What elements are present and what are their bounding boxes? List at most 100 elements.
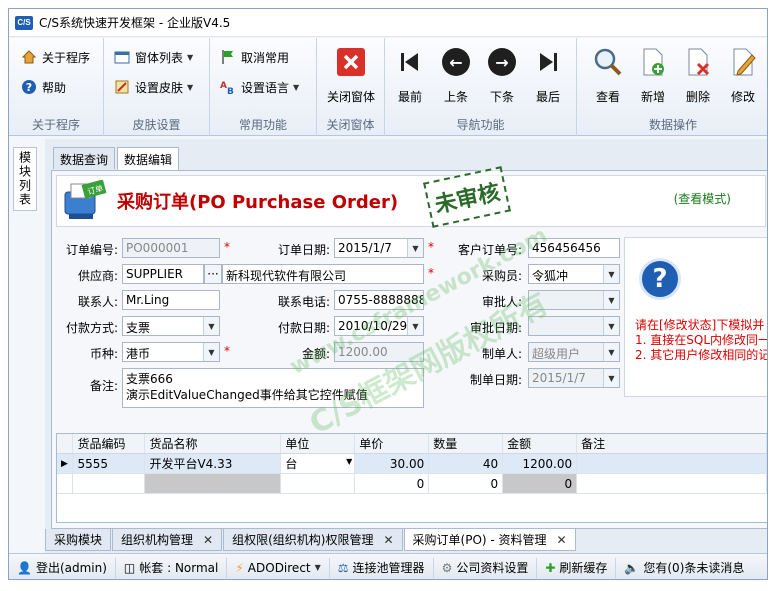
cell-amount[interactable]: 1200.00 — [502, 453, 578, 474]
column-header[interactable]: 单位 — [280, 434, 356, 454]
chevron-down-icon[interactable]: ▼ — [346, 457, 352, 466]
supplier-lookup-button[interactable]: ··· — [204, 264, 222, 284]
supplier-name-field[interactable]: 新科现代软件有限公司 — [222, 264, 424, 284]
approve-date-label: 审批日期: — [469, 321, 522, 335]
approver-field[interactable]: ▼ — [528, 290, 620, 310]
group-label-data: 数据操作 — [648, 118, 697, 132]
logout-button[interactable]: 👤 登出(admin) — [9, 557, 116, 578]
cell-unit[interactable] — [280, 473, 356, 494]
column-header[interactable]: 货品名称 — [144, 434, 282, 454]
approve-date-field[interactable]: ▼ — [528, 316, 620, 336]
supplier-code-field[interactable]: SUPPLIER — [122, 264, 204, 284]
cell-qty[interactable]: 0 — [428, 473, 504, 494]
prev-button[interactable]: ← 上条 — [433, 46, 479, 105]
chevron-down-icon[interactable]: ▼ — [407, 317, 423, 335]
chevron-down-icon[interactable]: ▼ — [603, 291, 619, 309]
question-icon: ? — [639, 258, 681, 300]
set-language-button[interactable]: AB 设置语言 ▼ — [220, 76, 299, 98]
help-button[interactable]: ? 帮助 — [21, 76, 66, 98]
amount-label: 金额: — [301, 347, 330, 361]
lightning-icon: ⚡ — [235, 560, 244, 575]
chevron-down-icon[interactable]: ▼ — [603, 343, 619, 361]
tab-data-query[interactable]: 数据查询 — [53, 147, 116, 169]
doc-tab-label: 组织机构管理 — [121, 533, 194, 547]
required-mark: * — [428, 240, 434, 254]
ribbon: 关于程序 ? 帮助 关于程序 窗体列表 ▼ 设置皮肤 ▼ 皮肤设置 取消常用 A… — [9, 38, 767, 136]
refresh-cache-button[interactable]: ✚ 刷新缓存 — [537, 557, 617, 578]
cell-code[interactable] — [72, 473, 146, 494]
order-no-field[interactable]: PO000001 — [122, 238, 220, 258]
creator-field[interactable]: 超级用户 ▼ — [528, 342, 620, 362]
table-row[interactable]: 0 0 0 — [57, 473, 767, 494]
buyer-field[interactable]: 令狐冲 ▼ — [528, 264, 620, 284]
next-button[interactable]: → 下条 — [479, 46, 525, 105]
cell-note[interactable] — [576, 473, 767, 494]
module-list-tab[interactable]: 模块列表 — [13, 147, 37, 211]
group-label-skin: 皮肤设置 — [132, 118, 181, 132]
close-window-button[interactable]: 关闭窗体 — [327, 46, 376, 105]
cell-note[interactable] — [576, 453, 767, 474]
remark-field[interactable]: 支票666 演示EditValueChanged事件给其它控件赋值 — [122, 368, 424, 408]
column-header[interactable]: 单价 — [354, 434, 430, 454]
column-header[interactable]: 货品编码 — [72, 434, 146, 454]
chevron-down-icon[interactable]: ▼ — [203, 343, 219, 361]
doc-tab-group-permission[interactable]: 组权限(组织机构)权限管理 ✕ — [223, 529, 403, 551]
cell-qty[interactable]: 40 — [428, 453, 504, 474]
cell-name[interactable] — [144, 473, 282, 494]
close-icon[interactable]: ✕ — [383, 533, 393, 547]
doc-tab-org-management[interactable]: 组织机构管理 ✕ — [112, 529, 223, 551]
customer-order-field[interactable]: 456456456 — [528, 238, 620, 258]
pay-date-field[interactable]: 2010/10/29 ▼ — [334, 316, 424, 336]
amount-field[interactable]: 1200.00 — [334, 342, 424, 362]
account-button[interactable]: ◫ 帐套 : Normal — [116, 557, 228, 578]
column-header[interactable]: 数量 — [428, 434, 504, 454]
chevron-down-icon[interactable]: ▼ — [603, 369, 619, 387]
pool-manager-button[interactable]: ⚖ 连接池管理器 — [330, 557, 434, 578]
column-header[interactable]: 备注 — [576, 434, 767, 454]
pay-method-label: 付款方式: — [65, 321, 118, 335]
add-button[interactable]: 新增 — [630, 46, 676, 105]
chevron-down-icon[interactable]: ▼ — [407, 239, 423, 257]
customer-order-label: 客户订单号: — [457, 243, 522, 257]
delete-button[interactable]: 删除 — [675, 46, 721, 105]
window-list-button[interactable]: 窗体列表 ▼ — [114, 46, 193, 68]
close-icon[interactable]: ✕ — [557, 533, 567, 547]
pay-method-field[interactable]: 支票 ▼ — [122, 316, 220, 336]
cell-code[interactable]: 5555 — [72, 453, 146, 474]
ado-dropdown[interactable]: ⚡ ADODirect ▼ — [227, 557, 330, 578]
view-button[interactable]: 查看 — [585, 46, 631, 105]
window-title: C/S系统快速开发框架 - 企业版V4.5 — [39, 16, 231, 30]
chevron-down-icon[interactable]: ▼ — [203, 317, 219, 335]
logout-label: 登出(admin) — [35, 561, 107, 575]
table-row[interactable]: ▶ 5555 开发平台V4.33 台 ▼ 30.00 40 1200.00 — [57, 453, 767, 474]
chevron-down-icon[interactable]: ▼ — [603, 317, 619, 335]
cell-price[interactable]: 0 — [354, 473, 430, 494]
set-skin-button[interactable]: 设置皮肤 ▼ — [114, 76, 193, 98]
remark-label: 备注: — [89, 379, 118, 393]
cancel-common-button[interactable]: 取消常用 — [220, 46, 289, 68]
doc-tab-purchase-module[interactable]: 采购模块 — [45, 529, 112, 551]
column-header[interactable]: 金额 — [502, 434, 578, 454]
cell-amount[interactable]: 0 — [502, 473, 578, 494]
about-button[interactable]: 关于程序 — [21, 46, 90, 68]
order-date-field[interactable]: 2015/1/7 ▼ — [334, 238, 424, 258]
close-window-label: 关闭窗体 — [327, 90, 376, 104]
cell-unit[interactable]: 台 ▼ — [280, 453, 356, 474]
cell-price[interactable]: 30.00 — [354, 453, 430, 474]
edit-button[interactable]: 修改 — [720, 46, 766, 105]
tab-data-edit[interactable]: 数据编辑 — [117, 147, 180, 170]
pay-date-label: 付款日期: — [277, 321, 330, 335]
first-button[interactable]: 最前 — [387, 46, 433, 105]
currency-field[interactable]: 港币 ▼ — [122, 342, 220, 362]
chevron-down-icon[interactable]: ▼ — [603, 265, 619, 283]
last-button[interactable]: 最后 — [525, 46, 571, 105]
close-icon[interactable]: ✕ — [203, 533, 213, 547]
messages-button[interactable]: 🔈 您有(0)条未读消息 — [616, 558, 752, 578]
company-settings-button[interactable]: ⚙ 公司资料设置 — [434, 557, 538, 578]
create-date-field[interactable]: 2015/1/7 ▼ — [528, 368, 620, 388]
contact-field[interactable]: Mr.Ling — [122, 290, 220, 310]
phone-field[interactable]: 0755-88888888 — [334, 290, 424, 310]
contact-label: 联系人: — [77, 295, 118, 309]
doc-tab-purchase-order[interactable]: 采购订单(PO) - 资料管理 ✕ — [403, 529, 576, 551]
cell-name[interactable]: 开发平台V4.33 — [144, 453, 282, 474]
